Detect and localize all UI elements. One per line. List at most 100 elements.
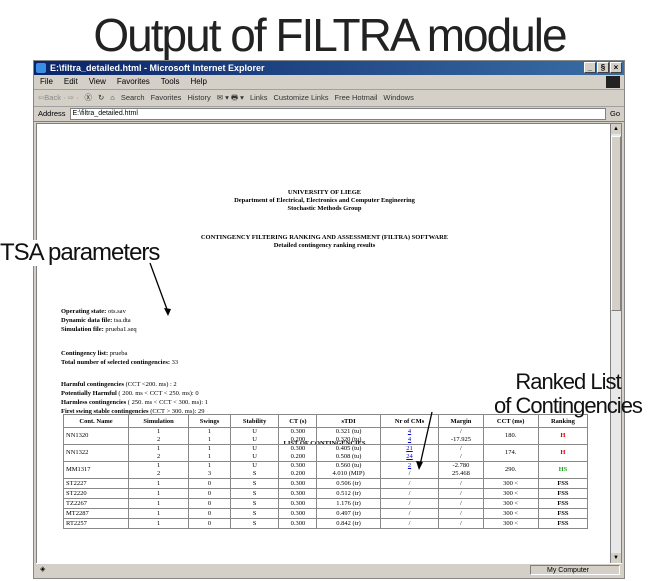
cell-value: 1 [156, 445, 161, 452]
table-row: RT2257 1 0 S 0.300 0.842 (tr) / / 300 < FSS [62, 518, 589, 529]
cell-value: / [408, 509, 411, 517]
scroll-thumb[interactable] [611, 136, 621, 311]
column-header: Nr of CMs [379, 414, 440, 428]
cell-st: S [229, 478, 280, 489]
cell-value: 0.300 [290, 428, 306, 435]
browser-window: E:\filtra_detailed.html - Microsoft Inte… [33, 60, 625, 579]
header-university: UNIVERSITY OF LIEGE [287, 189, 362, 196]
cell-value[interactable]: 21 [383, 445, 437, 453]
favorites-button[interactable]: Favorites [151, 90, 182, 106]
cell-value: 0.300 [290, 479, 306, 487]
cell-value: 2 [156, 436, 161, 443]
cell-value: / [408, 470, 411, 477]
cell-cct: 300 < [482, 498, 539, 509]
cell-rank: HS [537, 461, 589, 479]
customize-links[interactable]: Customize Links [273, 90, 328, 106]
scroll-down-icon[interactable]: ▼ [611, 553, 621, 563]
cell-value: 1 [156, 479, 161, 487]
cell-rank: H [537, 427, 589, 445]
cell-rank: FSS [537, 498, 589, 509]
contingency-table: Cont. Name Simulation Swings Stability CT (s… [62, 414, 589, 529]
cell-value: 0.405 (tu) [335, 445, 362, 452]
cell-stdi: 0.842 (tr) [316, 518, 381, 529]
cell-value: 0.497 (tr) [336, 509, 361, 517]
cell-cct: 300 < [482, 518, 539, 529]
search-button[interactable]: Search [121, 90, 145, 106]
menu-view[interactable]: View [89, 75, 106, 89]
cell-margin: / [438, 498, 484, 509]
cell-value: 2 [156, 453, 161, 460]
table-row: ST2220 1 0 S 0.300 0.512 (tr) / / 300 < FSS [62, 488, 589, 499]
cell-value[interactable]: 4 [383, 436, 437, 444]
header-department: Department of Electrical, Electronics an… [234, 197, 415, 204]
cell-name: NN1322 [62, 444, 130, 462]
cell-value: 0 [207, 499, 212, 507]
menu-file[interactable]: File [40, 75, 53, 89]
mail-icon[interactable]: ✉ ▾ 🖶 ▾ [217, 90, 244, 106]
cell-ct: 0.300 0.200 [278, 427, 318, 445]
address-input[interactable]: E:\filtra_detailed.html [69, 108, 606, 120]
cell-st: US [229, 461, 280, 479]
cell-value[interactable]: 4 [383, 428, 437, 436]
windows-link[interactable]: Windows [383, 90, 413, 106]
cell-name: MT2287 [62, 508, 130, 519]
vertical-scrollbar[interactable]: ▲ ▼ [610, 123, 622, 564]
cell-value: S [252, 479, 257, 487]
cell-margin: / [438, 478, 484, 489]
cell-value: 1 [207, 453, 212, 460]
close-button[interactable]: × [610, 62, 622, 73]
maximize-button[interactable]: § [597, 62, 609, 73]
toolbar: ⇦Back · ⇨ · Ⓧ ↻ ⌂ Search Favorites Histo… [34, 90, 624, 107]
cell-sw: 11 [188, 444, 231, 462]
cell-cct: 290. [482, 461, 539, 479]
windows-logo-icon [606, 76, 620, 88]
go-button[interactable]: Go [610, 107, 624, 121]
column-header: Margin [438, 414, 484, 428]
scroll-up-icon[interactable]: ▲ [611, 124, 621, 134]
cell-rank: FSS [537, 508, 589, 519]
cell-value[interactable]: 24 [383, 453, 437, 461]
cell-value: U [252, 462, 257, 469]
cell-value: S [252, 470, 257, 477]
address-label: Address [38, 109, 66, 118]
cell-sw: 0 [188, 488, 231, 499]
cell-value[interactable]: 2 [383, 462, 437, 470]
menu-edit[interactable]: Edit [64, 75, 78, 89]
cell-cms: / [379, 518, 440, 529]
stop-icon[interactable]: Ⓧ [85, 90, 93, 106]
window-titlebar[interactable]: E:\filtra_detailed.html - Microsoft Inte… [34, 61, 624, 75]
home-icon[interactable]: ⌂ [110, 90, 115, 106]
history-button[interactable]: History [187, 90, 210, 106]
cell-value: -2.780 [452, 462, 470, 469]
cell-st: S [229, 498, 280, 509]
cell-cms: / [379, 478, 440, 489]
cell-ct: 0.300 0.200 [278, 461, 318, 479]
cell-margin: / -17.925 [438, 427, 484, 445]
cell-stdi: 0.506 (tr) [316, 478, 381, 489]
table-row: MT2287 1 0 S 0.300 0.497 (tr) / / 300 < FSS [62, 508, 589, 519]
menu-help[interactable]: Help [190, 75, 206, 89]
refresh-icon[interactable]: ↻ [98, 90, 104, 106]
cell-value: 1 [207, 436, 212, 443]
column-header: Stability [229, 414, 280, 428]
cell-sim: 12 [128, 444, 190, 462]
menu-favorites[interactable]: Favorites [117, 75, 150, 89]
menu-tools[interactable]: Tools [161, 75, 180, 89]
cell-cct: 174. [482, 444, 539, 462]
hotmail-link[interactable]: Free Hotmail [334, 90, 377, 106]
cell-margin: / [438, 518, 484, 529]
contingency-list: Contingency list: prueba [61, 350, 128, 357]
tsa-parameters-label: TSA parameters [0, 240, 164, 266]
cell-name: ST2220 [62, 488, 130, 499]
cell-value: S [252, 489, 257, 497]
cell-sw: 11 [188, 427, 231, 445]
slide-title: Output of FILTRA module [93, 9, 567, 61]
minimize-button[interactable]: _ [584, 62, 596, 73]
cell-value: 0.200 [290, 453, 306, 460]
back-button[interactable]: ⇦Back · ⇨ · [38, 90, 79, 106]
harmful-count: Harmful contingencies (CCT <200. ms) : 2 [61, 381, 177, 388]
cell-value: 2 [156, 470, 161, 477]
table-row: NN1320 1 2 1 1 U U 0.300 0.200 0.321 (tu) 0.320 (t… [62, 427, 589, 445]
cell-cct: 300 < [482, 478, 539, 489]
cell-value: U [252, 453, 257, 460]
